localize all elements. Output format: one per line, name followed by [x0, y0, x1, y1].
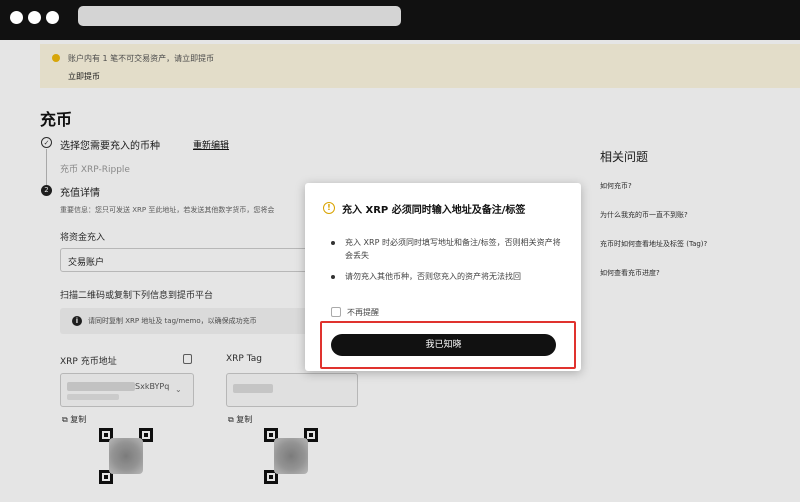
warning-icon: !	[323, 202, 335, 214]
dont-remind-label[interactable]: 不再提醒	[347, 307, 379, 318]
window-dot-icon	[10, 11, 23, 24]
bullet-icon	[331, 241, 335, 245]
dont-remind-checkbox[interactable]	[331, 307, 341, 317]
modal-title: 充入 XRP 必须同时输入地址及备注/标签	[342, 205, 526, 216]
modal-bullet: 充入 XRP 时必须同时填写地址和备注/标签，否则相关资产将会丢失	[345, 238, 561, 260]
browser-chrome	[0, 0, 800, 40]
address-bar[interactable]	[78, 6, 401, 26]
window-dot-icon	[46, 11, 59, 24]
highlight-box	[320, 321, 576, 369]
bullet-icon	[331, 275, 335, 279]
window-dot-icon	[28, 11, 41, 24]
modal-bullet: 请勿充入其他币种，否则您充入的资产将无法找回	[345, 272, 521, 281]
